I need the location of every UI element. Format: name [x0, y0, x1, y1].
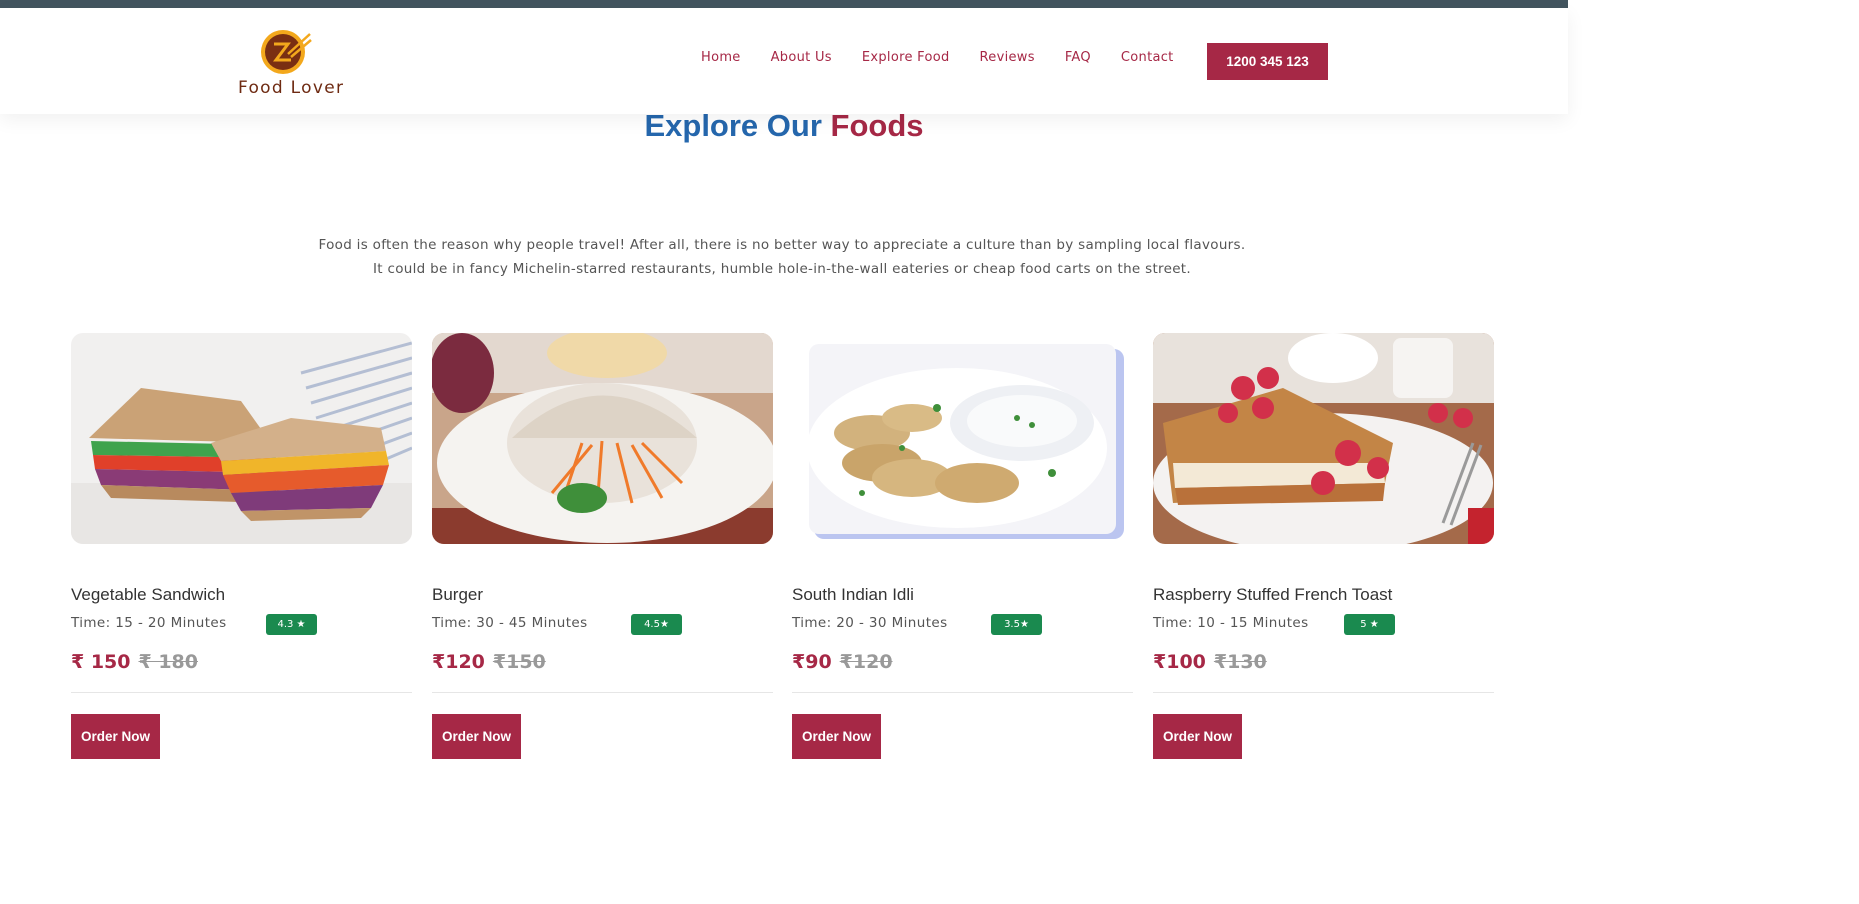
main-nav: Home About Us Explore Food Reviews FAQ C…: [701, 50, 1204, 65]
french-toast-photo: [1153, 333, 1494, 544]
food-name: Burger: [432, 585, 484, 604]
food-price: ₹120 ₹150: [432, 651, 546, 673]
food-name: Raspberry Stuffed French Toast: [1153, 585, 1393, 604]
phone-button[interactable]: 1200 345 123: [1207, 43, 1328, 80]
food-price: ₹ 150 ₹ 180: [71, 651, 198, 673]
current-price: ₹90: [792, 651, 832, 673]
section-description: Food is often the reason why people trav…: [230, 233, 1334, 281]
order-now-button[interactable]: Order Now: [792, 714, 881, 759]
rating-badge: 3.5★: [991, 614, 1042, 635]
old-price: ₹150: [492, 651, 546, 673]
site-header: Food Lover Home About Us Explore Food Re…: [0, 8, 1568, 114]
food-time: Time: 30 - 45 Minutes: [432, 615, 588, 631]
food-card-raspberry-french-toast: Raspberry Stuffed French Toast Time: 10 …: [1153, 333, 1494, 771]
current-price: ₹100: [1153, 651, 1206, 673]
current-price: ₹ 150: [71, 651, 131, 673]
old-price: ₹120: [839, 651, 893, 673]
current-price: ₹120: [432, 651, 485, 673]
food-name: South Indian Idli: [792, 585, 914, 604]
chopsticks-bowl-logo-icon: [261, 30, 312, 74]
card-divider: [432, 692, 773, 693]
food-card-south-indian-idli: South Indian Idli Time: 20 - 30 Minutes …: [792, 333, 1133, 771]
nav-faq[interactable]: FAQ: [1065, 50, 1091, 65]
nav-home[interactable]: Home: [701, 50, 741, 65]
food-price: ₹90 ₹120: [792, 651, 893, 673]
card-divider: [71, 692, 412, 693]
rating-badge: 4.3 ★: [266, 614, 317, 635]
food-name: Vegetable Sandwich: [71, 585, 226, 604]
top-accent-bar: [0, 0, 1568, 8]
rating-badge: 4.5★: [631, 614, 682, 635]
nav-contact[interactable]: Contact: [1121, 50, 1174, 65]
card-divider: [1153, 692, 1494, 693]
food-time: Time: 20 - 30 Minutes: [792, 615, 948, 631]
food-time: Time: 15 - 20 Minutes: [71, 615, 227, 631]
rating-badge: 5 ★: [1344, 614, 1395, 635]
description-line-1: Food is often the reason why people trav…: [318, 237, 1246, 253]
card-divider: [792, 692, 1133, 693]
nav-about-us[interactable]: About Us: [771, 50, 832, 65]
brand-logo[interactable]: Food Lover: [238, 22, 358, 102]
order-now-button[interactable]: Order Now: [432, 714, 521, 759]
food-price: ₹100 ₹130: [1153, 651, 1267, 673]
food-card-burger: Burger Time: 30 - 45 Minutes 4.5★ ₹120 ₹1…: [432, 333, 773, 771]
burger-photo: [432, 333, 773, 544]
food-card-vegetable-sandwich: Vegetable Sandwich Time: 15 - 20 Minutes…: [71, 333, 412, 771]
food-time: Time: 10 - 15 Minutes: [1153, 615, 1309, 631]
order-now-button[interactable]: Order Now: [71, 714, 160, 759]
nav-explore-food[interactable]: Explore Food: [862, 50, 950, 65]
old-price: ₹130: [1213, 651, 1267, 673]
idli-photo: [792, 333, 1133, 544]
nav-reviews[interactable]: Reviews: [980, 50, 1035, 65]
old-price: ₹ 180: [138, 651, 199, 673]
brand-name: Food Lover: [238, 78, 345, 98]
order-now-button[interactable]: Order Now: [1153, 714, 1242, 759]
sandwich-photo: [71, 333, 412, 544]
description-line-2: It could be in fancy Michelin-starred re…: [373, 261, 1191, 277]
